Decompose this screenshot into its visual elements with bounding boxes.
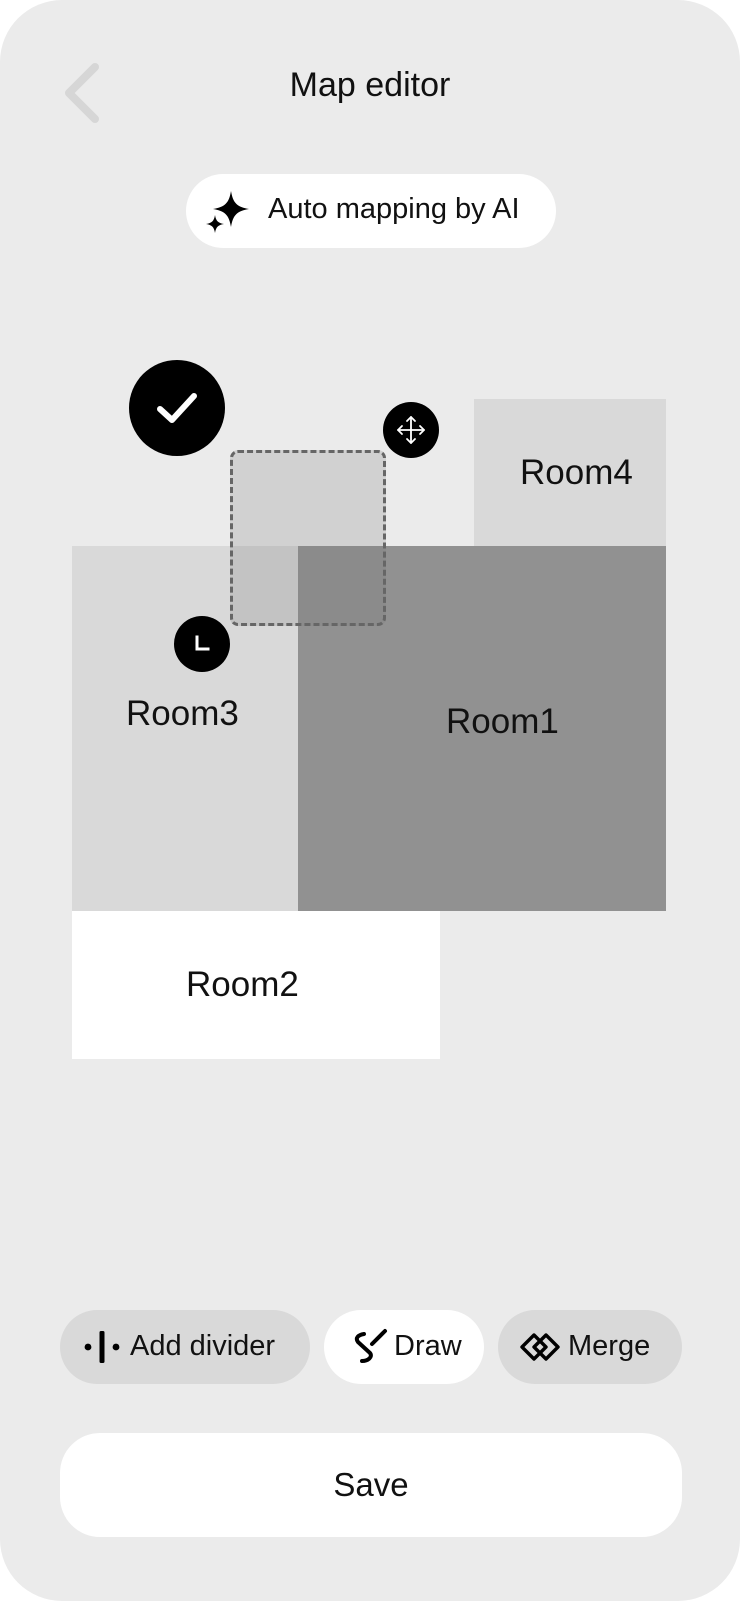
- draw-button[interactable]: Draw: [324, 1310, 484, 1384]
- room-4-label: Room4: [520, 453, 633, 492]
- corner-resize-icon: [195, 635, 210, 651]
- pen-icon: [354, 1329, 387, 1363]
- page-title: Map editor: [289, 66, 451, 104]
- room-2[interactable]: Room2: [72, 911, 440, 1059]
- auto-mapping-ai-button[interactable]: Auto mapping by AI: [186, 174, 556, 248]
- room-2-label: Room2: [186, 965, 299, 1004]
- sparkles-icon: [206, 191, 249, 233]
- room-4[interactable]: Room4: [474, 399, 666, 546]
- draw-label: Draw: [394, 1330, 462, 1362]
- map-editor-screen: Map editor Auto mapping by AI Room3 Room…: [0, 0, 740, 1601]
- move-handle[interactable]: [383, 402, 439, 458]
- add-divider-label: Add divider: [130, 1330, 276, 1362]
- add-divider-button[interactable]: Add divider: [60, 1310, 310, 1384]
- room-1-label: Room1: [446, 702, 559, 741]
- checkmark-icon: [157, 393, 197, 423]
- auto-mapping-label: Auto mapping by AI: [268, 193, 520, 225]
- move-arrows-icon: [397, 416, 425, 444]
- divider-icon: [84, 1331, 120, 1363]
- merge-button[interactable]: Merge: [498, 1310, 682, 1384]
- room-3-label: Room3: [126, 694, 239, 733]
- resize-handle[interactable]: [174, 616, 230, 672]
- merge-icon: [520, 1333, 560, 1361]
- selection-rectangle[interactable]: [230, 450, 386, 626]
- save-button[interactable]: Save: [60, 1433, 682, 1537]
- merge-label: Merge: [568, 1330, 651, 1362]
- confirm-button[interactable]: [129, 360, 225, 456]
